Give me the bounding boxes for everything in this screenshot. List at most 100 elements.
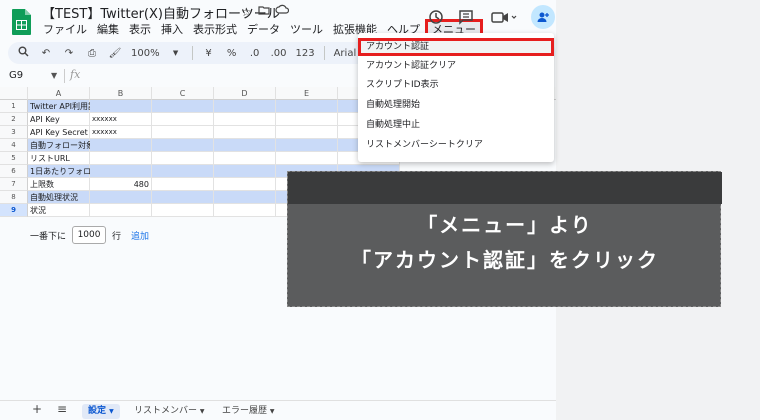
folder-move-icon[interactable]: [258, 4, 270, 20]
cell-c5[interactable]: [152, 152, 214, 165]
cell-d2[interactable]: [214, 113, 276, 126]
cell-d1[interactable]: [214, 100, 276, 113]
cell-c1[interactable]: [152, 100, 214, 113]
chevron-down-icon[interactable]: ▼: [169, 49, 183, 57]
column-header[interactable]: E: [276, 87, 338, 100]
row-number[interactable]: 5: [0, 152, 28, 165]
column-header[interactable]: D: [214, 87, 276, 100]
cell-b2[interactable]: xxxxxx: [90, 113, 152, 126]
menu-edit[interactable]: 編集: [92, 22, 124, 38]
cell-c8[interactable]: [152, 191, 214, 204]
menu-tools[interactable]: ツール: [285, 22, 328, 38]
cell-b6[interactable]: [90, 165, 152, 178]
menu-item-show-script-id[interactable]: スクリプトID表示: [358, 76, 554, 94]
cell-d7[interactable]: [214, 178, 276, 191]
sheet-tab-settings[interactable]: 設定 ▼: [82, 404, 120, 419]
sheets-logo-icon[interactable]: [11, 8, 33, 36]
decrease-decimal-button[interactable]: .0: [248, 48, 262, 59]
cell-d9[interactable]: [214, 204, 276, 217]
row-number[interactable]: 2: [0, 113, 28, 126]
column-header[interactable]: A: [28, 87, 90, 100]
increase-decimal-button[interactable]: .00: [271, 48, 287, 59]
column-header[interactable]: B: [90, 87, 152, 100]
cell-a5[interactable]: リストURL: [28, 152, 90, 165]
cell-e3[interactable]: [276, 126, 338, 139]
search-icon[interactable]: [16, 46, 30, 60]
menu-format[interactable]: 表示形式: [188, 22, 242, 38]
cell-c7[interactable]: [152, 178, 214, 191]
sheet-tab-list-members[interactable]: リストメンバー ▼: [134, 404, 205, 419]
select-all-corner[interactable]: [0, 87, 28, 100]
menu-item-start-auto[interactable]: 自動処理開始: [358, 96, 554, 114]
cell-c3[interactable]: [152, 126, 214, 139]
cell-e4[interactable]: [276, 139, 338, 152]
add-rows-count-input[interactable]: 1000: [72, 226, 107, 244]
cell-d3[interactable]: [214, 126, 276, 139]
cell-c2[interactable]: [152, 113, 214, 126]
chevron-down-icon[interactable]: ▼: [200, 408, 205, 415]
share-person-icon[interactable]: [531, 5, 555, 29]
all-sheets-button[interactable]: ≡: [57, 402, 67, 416]
row-number[interactable]: 9: [0, 204, 28, 217]
chevron-down-icon[interactable]: ▼: [270, 408, 275, 415]
percent-format-button[interactable]: %: [225, 48, 239, 59]
row-number[interactable]: 1: [0, 100, 28, 113]
cell-b9[interactable]: [90, 204, 152, 217]
undo-icon[interactable]: ↶: [39, 48, 53, 59]
cell-d4[interactable]: [214, 139, 276, 152]
print-icon[interactable]: ⎙: [85, 48, 99, 59]
cell-c6[interactable]: [152, 165, 214, 178]
menu-insert[interactable]: 挿入: [156, 22, 188, 38]
row-number[interactable]: 4: [0, 139, 28, 152]
menu-item-clear-list-members[interactable]: リストメンバーシートクリア: [358, 136, 554, 154]
chevron-down-icon[interactable]: ▼: [109, 408, 114, 415]
menu-item-stop-auto[interactable]: 自動処理中止: [358, 116, 554, 134]
zoom-select[interactable]: 100%: [131, 48, 160, 59]
cell-d8[interactable]: [214, 191, 276, 204]
currency-format-button[interactable]: ¥: [202, 48, 216, 59]
cloud-status-icon[interactable]: [275, 4, 290, 20]
row-number[interactable]: 8: [0, 191, 28, 204]
cell-a8[interactable]: 自動処理状況: [28, 191, 90, 204]
cell-b7[interactable]: 480: [90, 178, 152, 191]
row-number[interactable]: 6: [0, 165, 28, 178]
menu-item-account-auth-clear[interactable]: アカウント認証クリア: [358, 57, 554, 75]
add-rows-button[interactable]: 追加: [131, 229, 149, 242]
cell-b8[interactable]: [90, 191, 152, 204]
menu-item-account-auth[interactable]: アカウント認証: [358, 38, 554, 56]
cell-d5[interactable]: [214, 152, 276, 165]
cell-b3[interactable]: xxxxxx: [90, 126, 152, 139]
comment-icon[interactable]: [456, 9, 476, 29]
cell-e2[interactable]: [276, 113, 338, 126]
cell-a2[interactable]: API Key: [28, 113, 90, 126]
menu-data[interactable]: データ: [242, 22, 285, 38]
chevron-down-icon[interactable]: ▼: [51, 69, 57, 83]
cell-d6[interactable]: [214, 165, 276, 178]
cell-a6[interactable]: 1日あたりフォロー上限数: [28, 165, 123, 178]
cell-b5[interactable]: [90, 152, 152, 165]
cell-c4[interactable]: [152, 139, 214, 152]
menu-file[interactable]: ファイル: [38, 22, 92, 38]
row-number[interactable]: 7: [0, 178, 28, 191]
cell-a3[interactable]: API Key Secret: [28, 126, 90, 139]
cell-b4[interactable]: [90, 139, 152, 152]
sheet-tab-error-history[interactable]: エラー履歴 ▼: [222, 404, 275, 419]
cell-c9[interactable]: [152, 204, 214, 217]
column-header[interactable]: C: [152, 87, 214, 100]
cell-e5[interactable]: [276, 152, 338, 165]
paint-format-icon[interactable]: 🖌: [108, 48, 122, 59]
video-call-icon[interactable]: [489, 9, 519, 29]
history-icon[interactable]: [426, 9, 446, 29]
cell-b1[interactable]: [90, 100, 152, 113]
row-number[interactable]: 3: [0, 126, 28, 139]
cell-a9[interactable]: 状況: [28, 204, 90, 217]
star-icon[interactable]: ☆: [241, 4, 252, 20]
menu-view[interactable]: 表示: [124, 22, 156, 38]
cell-a4[interactable]: 自動フォロー対象リストURL: [28, 139, 134, 152]
cell-a7[interactable]: 上限数: [28, 178, 90, 191]
cell-a1[interactable]: Twitter API利用設定: [28, 100, 104, 113]
redo-icon[interactable]: ↷: [62, 48, 76, 59]
add-sheet-button[interactable]: +: [32, 402, 42, 416]
cell-e1[interactable]: [276, 100, 338, 113]
number-format-button[interactable]: 123: [296, 48, 315, 59]
